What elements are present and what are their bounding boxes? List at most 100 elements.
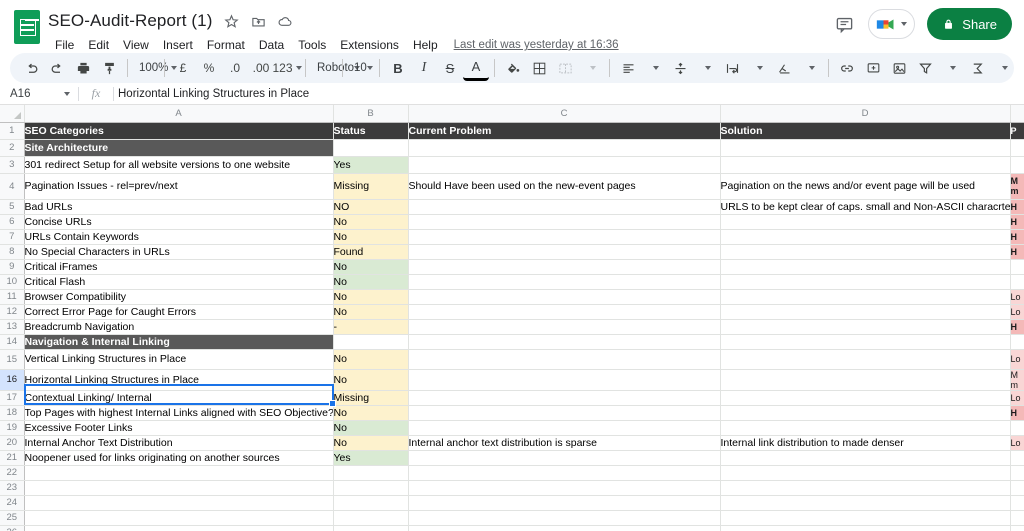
row-header-24[interactable]: 24 [0,495,25,511]
cell-B1[interactable]: Status [333,122,409,140]
row-header-17[interactable]: 17 [0,390,25,406]
table-row[interactable]: 16 Horizontal Linking Structures in Place… [0,369,1024,391]
cell-D18[interactable] [720,405,1011,421]
cell-D17[interactable] [720,390,1011,406]
select-all-corner[interactable] [0,105,25,123]
cell-A17[interactable]: Contextual Linking/ Internal [24,390,334,406]
table-row[interactable]: 3 301 redirect Setup for all website vers… [0,156,1024,174]
cell-E13[interactable]: H [1010,319,1024,335]
row-header-1[interactable]: 1 [0,122,25,140]
cell-D24[interactable] [720,495,1011,511]
cell-B8[interactable]: Found [333,244,409,260]
row-header-8[interactable]: 8 [0,244,25,260]
cell-D10[interactable] [720,274,1011,290]
row-header-23[interactable]: 23 [0,480,25,496]
cell-C21[interactable] [408,450,721,466]
cell-B17[interactable]: Missing [333,390,409,406]
cell-A25[interactable] [24,510,334,526]
cell-B14[interactable] [333,334,409,350]
cell-E20[interactable]: Lo [1010,435,1024,451]
cell-E24[interactable] [1010,495,1024,511]
menu-item-edit[interactable]: Edit [81,36,116,54]
cell-E10[interactable] [1010,274,1024,290]
menu-item-view[interactable]: View [116,36,156,54]
print-icon[interactable] [70,55,96,81]
cell-B10[interactable]: No [333,274,409,290]
cell-C4[interactable]: Should Have been used on the new-event p… [408,173,721,200]
cell-E25[interactable] [1010,510,1024,526]
currency-format-button[interactable]: £ [170,55,196,81]
cell-D13[interactable] [720,319,1011,335]
column-header-d[interactable]: D [720,105,1011,123]
row-header-3[interactable]: 3 [0,156,25,174]
cell-D7[interactable] [720,229,1011,245]
zoom-selector[interactable]: 100% [133,55,178,81]
cell-C24[interactable] [408,495,721,511]
cell-D3[interactable] [720,156,1011,174]
create-filter-icon[interactable] [912,55,938,81]
fill-color-icon[interactable] [500,55,526,81]
cell-C13[interactable] [408,319,721,335]
cell-D1[interactable]: Solution [720,122,1011,140]
cell-D11[interactable] [720,289,1011,305]
cell-C18[interactable] [408,405,721,421]
cell-B19[interactable]: No [333,420,409,436]
row-header-6[interactable]: 6 [0,214,25,230]
cell-B20[interactable]: No [333,435,409,451]
star-icon[interactable] [223,13,240,30]
cell-C17[interactable] [408,390,721,406]
table-row[interactable]: 22 [0,465,1024,481]
cell-B4[interactable]: Missing [333,173,409,200]
row-header-11[interactable]: 11 [0,289,25,305]
font-family-selector[interactable]: Roboto [311,55,361,81]
menu-item-help[interactable]: Help [406,36,445,54]
row-header-19[interactable]: 19 [0,420,25,436]
cell-C25[interactable] [408,510,721,526]
cell-B23[interactable] [333,480,409,496]
cell-E9[interactable] [1010,259,1024,275]
cell-C6[interactable] [408,214,721,230]
cell-A3[interactable]: 301 redirect Setup for all website versi… [24,156,334,174]
cell-D26[interactable] [720,525,1011,531]
cell-D2[interactable] [720,139,1011,157]
insert-image-icon[interactable] [886,55,912,81]
column-header-a[interactable]: A [24,105,334,123]
cell-C22[interactable] [408,465,721,481]
cell-A26[interactable] [24,525,334,531]
increase-decimal-button[interactable]: .00 [248,55,274,81]
strikethrough-button[interactable]: S [437,55,463,81]
cell-E16[interactable]: M m [1010,369,1024,391]
cell-D12[interactable] [720,304,1011,320]
cell-E14[interactable] [1010,334,1024,350]
cell-E17[interactable]: Lo [1010,390,1024,406]
column-header-e[interactable] [1010,105,1024,123]
google-meet-button[interactable] [868,9,916,39]
cell-C2[interactable] [408,139,721,157]
row-header-4[interactable]: 4 [0,173,25,200]
cell-E5[interactable]: H [1010,199,1024,215]
functions-chevron-down-icon[interactable] [990,55,1016,81]
row-header-22[interactable]: 22 [0,465,25,481]
valign-chevron-down-icon[interactable] [693,55,719,81]
menu-item-file[interactable]: File [48,36,81,54]
cell-C7[interactable] [408,229,721,245]
cell-A4[interactable]: Pagination Issues - rel=prev/next [24,173,334,200]
cell-C11[interactable] [408,289,721,305]
cell-A7[interactable]: URLs Contain Keywords [24,229,334,245]
borders-icon[interactable] [526,55,552,81]
comment-history-icon[interactable] [832,12,856,36]
table-row[interactable]: 18 Top Pages with highest Internal Links … [0,405,1024,421]
cell-E26[interactable] [1010,525,1024,531]
cell-B26[interactable] [333,525,409,531]
row-header-26[interactable]: 26 [0,525,25,531]
cell-B5[interactable]: NO [333,199,409,215]
row-header-7[interactable]: 7 [0,229,25,245]
table-row[interactable]: 10 Critical Flash No [0,274,1024,290]
bold-button[interactable]: B [385,55,411,81]
cell-E1[interactable]: P [1010,122,1024,140]
cell-C16[interactable] [408,369,721,391]
cell-E22[interactable] [1010,465,1024,481]
cell-A2[interactable]: Site Architecture [24,139,334,157]
row-header-20[interactable]: 20 [0,435,25,451]
cell-E15[interactable]: Lo [1010,349,1024,370]
